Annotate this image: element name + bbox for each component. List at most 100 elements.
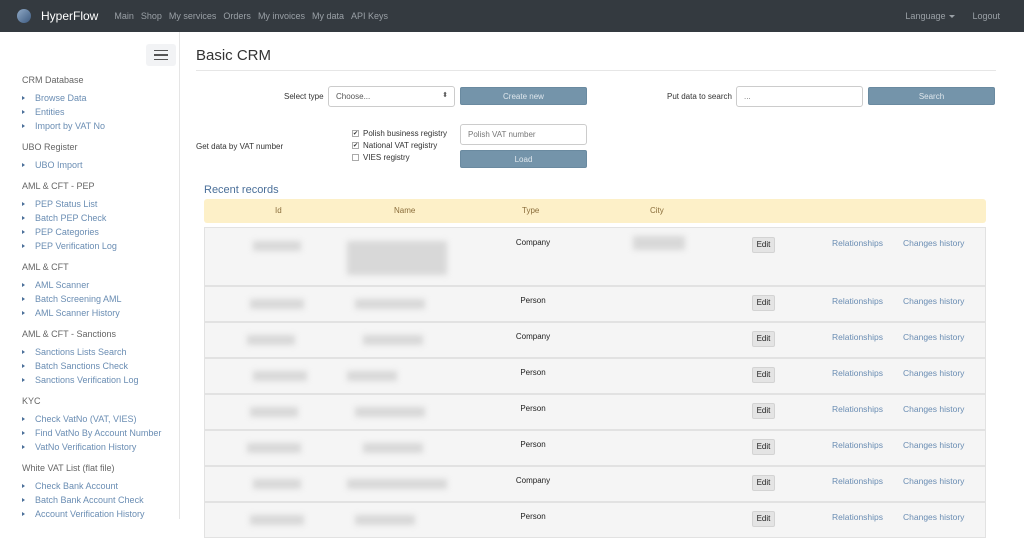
edit-button[interactable]: Edit: [752, 511, 775, 527]
sidebar-item[interactable]: Check VatNo (VAT, VIES): [22, 414, 161, 428]
type-cell: Person: [520, 440, 546, 449]
nav-shop[interactable]: Shop: [141, 11, 162, 21]
nav-main[interactable]: Main: [114, 11, 134, 21]
sidebar-section-title: AML & CFT - PEP: [22, 181, 95, 191]
sidebar-item[interactable]: Batch Sanctions Check: [22, 361, 161, 375]
relationships-link[interactable]: Relationships: [832, 332, 883, 342]
sidebar-item[interactable]: Batch Bank Account Check: [22, 495, 161, 509]
sidebar-item[interactable]: Batch PEP Check: [22, 213, 161, 227]
select-type-label: Select type: [284, 92, 324, 101]
edit-button[interactable]: Edit: [752, 475, 775, 491]
edit-button[interactable]: Edit: [752, 331, 775, 347]
sidebar-item[interactable]: VatNo Verification History: [22, 442, 161, 456]
redacted-id: [253, 479, 301, 489]
sidebar-item[interactable]: PEP Verification Log: [22, 241, 161, 255]
changes-history-link[interactable]: Changes history: [903, 368, 964, 378]
brand-name: HyperFlow: [41, 9, 99, 23]
brand[interactable]: HyperFlow: [17, 9, 98, 23]
checkbox-label: National VAT registry: [363, 141, 438, 150]
create-new-button[interactable]: Create new: [460, 87, 587, 105]
redacted-id: [247, 335, 295, 345]
sidebar-section-title: UBO Register: [22, 142, 78, 152]
sidebar-item[interactable]: Batch Screening AML: [22, 294, 161, 308]
changes-history-link[interactable]: Changes history: [903, 238, 964, 248]
hamburger-menu-icon[interactable]: [146, 44, 176, 66]
registry-national-vat[interactable]: ✔ National VAT registry: [352, 141, 437, 150]
sidebar-group: AML & CFT - Sanctions Sanctions Lists Sea…: [22, 328, 161, 389]
changes-history-link[interactable]: Changes history: [903, 296, 964, 306]
edit-button[interactable]: Edit: [752, 439, 775, 455]
changes-history-link[interactable]: Changes history: [903, 332, 964, 342]
redacted-name: [355, 407, 425, 417]
type-cell: Person: [520, 296, 546, 305]
page-title: Basic CRM: [196, 47, 996, 71]
redacted-id: [253, 371, 307, 381]
relationships-link[interactable]: Relationships: [832, 440, 883, 450]
table-row: Person Edit Relationships Changes histor…: [204, 394, 986, 430]
sidebar-group: UBO Register UBO Import: [22, 141, 161, 174]
select-arrows-icon: ⬍: [442, 92, 448, 99]
type-cell: Person: [520, 404, 546, 413]
sidebar-item[interactable]: Check Bank Account: [22, 481, 161, 495]
edit-button[interactable]: Edit: [752, 295, 775, 311]
changes-history-link[interactable]: Changes history: [903, 512, 964, 522]
relationships-link[interactable]: Relationships: [832, 368, 883, 378]
sidebar-item[interactable]: Entities: [22, 107, 161, 121]
relationships-link[interactable]: Relationships: [832, 404, 883, 414]
changes-history-link[interactable]: Changes history: [903, 476, 964, 486]
nav-api-keys[interactable]: API Keys: [351, 11, 388, 21]
caret-down-icon: [949, 15, 956, 19]
changes-history-link[interactable]: Changes history: [903, 404, 964, 414]
edit-button[interactable]: Edit: [752, 367, 775, 383]
sidebar-item[interactable]: Sanctions Verification Log: [22, 375, 161, 389]
registry-polish-business[interactable]: ✔ Polish business registry: [352, 129, 447, 138]
table-row: Person Edit Relationships Changes histor…: [204, 358, 986, 394]
sidebar-item[interactable]: AML Scanner: [22, 280, 161, 294]
search-button[interactable]: Search: [868, 87, 995, 105]
table-row: Company Edit Relationships Changes histo…: [204, 466, 986, 502]
sidebar-item[interactable]: Import by VAT No: [22, 121, 161, 135]
nav-my-services[interactable]: My services: [169, 11, 217, 21]
redacted-id: [250, 299, 304, 309]
registry-vies[interactable]: VIES registry: [352, 153, 410, 162]
redacted-id: [250, 407, 298, 417]
edit-button[interactable]: Edit: [752, 403, 775, 419]
sidebar-group: KYC Check VatNo (VAT, VIES) Find VatNo By …: [22, 395, 161, 456]
relationships-link[interactable]: Relationships: [832, 512, 883, 522]
logout-link[interactable]: Logout: [972, 11, 1000, 21]
sidebar-item[interactable]: Browse Data: [22, 93, 161, 107]
redacted-id: [247, 443, 301, 453]
relationships-link[interactable]: Relationships: [832, 296, 883, 306]
redacted-name: [347, 479, 447, 489]
type-select[interactable]: Choose... ⬍: [328, 86, 455, 107]
sidebar-item[interactable]: PEP Categories: [22, 227, 161, 241]
redacted-name: [355, 299, 425, 309]
edit-button[interactable]: Edit: [752, 237, 775, 253]
relationships-link[interactable]: Relationships: [832, 476, 883, 486]
changes-history-link[interactable]: Changes history: [903, 440, 964, 450]
sidebar-item[interactable]: Find VatNo By Account Number: [22, 428, 161, 442]
language-dropdown[interactable]: Language: [905, 11, 956, 21]
load-button[interactable]: Load: [460, 150, 587, 168]
nav-my-data[interactable]: My data: [312, 11, 344, 21]
sidebar-item[interactable]: UBO Import: [22, 160, 161, 174]
language-label: Language: [905, 11, 946, 21]
nav-my-invoices[interactable]: My invoices: [258, 11, 305, 21]
search-input[interactable]: ...: [736, 86, 863, 107]
sidebar-item[interactable]: AML Scanner History: [22, 308, 161, 322]
checkbox-checked-icon: ✔: [352, 142, 359, 149]
relationships-link[interactable]: Relationships: [832, 238, 883, 248]
table-row: Company Edit Relationships Changes histo…: [204, 322, 986, 358]
table-row: Person Edit Relationships Changes histor…: [204, 430, 986, 466]
redacted-city: [633, 236, 685, 250]
redacted-name: [363, 335, 423, 345]
col-name: Name: [394, 206, 416, 215]
main-content: Basic CRM Select type Choose... ⬍ Create …: [196, 32, 996, 538]
nav-orders[interactable]: Orders: [223, 11, 251, 21]
sidebar-item[interactable]: PEP Status List: [22, 199, 161, 213]
vat-number-input[interactable]: Polish VAT number: [460, 124, 587, 145]
sidebar-item[interactable]: Account Verification History: [22, 509, 161, 523]
sidebar-item[interactable]: Sanctions Lists Search: [22, 347, 161, 361]
sidebar-group: AML & CFT AML Scanner Batch Screening AML A…: [22, 261, 161, 322]
table-row: Person Edit Relationships Changes histor…: [204, 502, 986, 538]
